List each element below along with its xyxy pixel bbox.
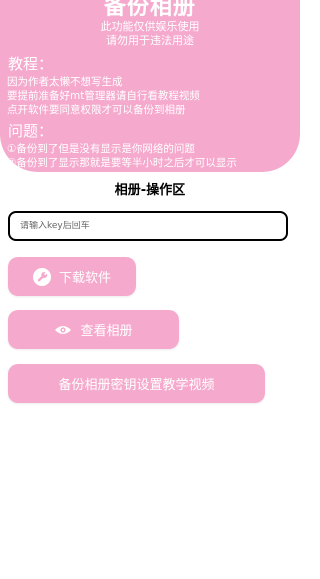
page-title: 备份相册 xyxy=(103,0,196,20)
tutorial-line: 要提前准备好mt管理器请自行看教程视频 xyxy=(7,90,200,102)
key-input-box[interactable] xyxy=(8,211,288,241)
eye-icon xyxy=(54,324,72,336)
header-banner: 备份相册 此功能仅供娱乐使用 请勿用于违法用途 教程： 因为作者太懒不想写生成 … xyxy=(0,0,300,172)
view-album-label: 查看相册 xyxy=(80,324,133,339)
download-software-button[interactable]: 下载软件 xyxy=(8,257,136,296)
tutorial-heading: 教程： xyxy=(8,55,54,73)
problem-heading: 问题： xyxy=(8,122,54,140)
tutorial-video-button[interactable]: 备份相册密钥设置教学视频 xyxy=(8,364,265,403)
entertainment-notice: 此功能仅供娱乐使用 xyxy=(100,20,200,33)
tutorial-line: 因为作者太懒不想写生成 xyxy=(7,76,123,88)
tutorial-video-label: 备份相册密钥设置教学视频 xyxy=(58,378,215,393)
tutorial-line: 点开软件要同意权限才可以备份到相册 xyxy=(7,104,186,116)
section-title: 相册-操作区 xyxy=(114,183,186,198)
problem-line: ①备份到了但是没有显示是你网络的问题 xyxy=(7,143,195,155)
legal-notice: 请勿用于违法用途 xyxy=(106,34,194,47)
problem-line: ②备份到了显示那就是要等半小时之后才可以显示 xyxy=(7,157,237,169)
download-software-label: 下载软件 xyxy=(58,271,111,286)
key-input[interactable] xyxy=(20,221,286,231)
view-album-button[interactable]: 查看相册 xyxy=(8,310,179,349)
wrench-icon xyxy=(32,267,51,286)
